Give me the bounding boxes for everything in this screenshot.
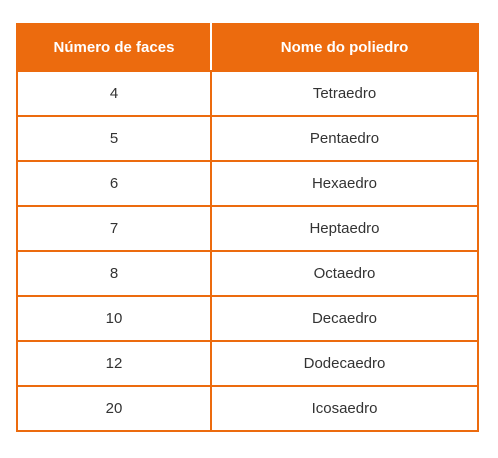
faces-cell: 20: [16, 385, 212, 432]
table-row: 6 Hexaedro: [16, 160, 479, 207]
table-row: 4 Tetraedro: [16, 70, 479, 117]
name-cell: Decaedro: [210, 295, 479, 342]
name-cell: Heptaedro: [210, 205, 479, 252]
table-body: 4 Tetraedro 5 Pentaedro 6 Hexaedro 7 Hep…: [16, 70, 479, 432]
header-name: Nome do poliedro: [210, 23, 479, 72]
name-cell: Tetraedro: [210, 70, 479, 117]
faces-cell: 7: [16, 205, 212, 252]
name-cell: Dodecaedro: [210, 340, 479, 387]
table-row: 20 Icosaedro: [16, 385, 479, 432]
table-row: 5 Pentaedro: [16, 115, 479, 162]
table-header: Número de faces Nome do poliedro: [16, 23, 479, 72]
name-cell: Hexaedro: [210, 160, 479, 207]
table-container: Número de faces Nome do poliedro 4 Tetra…: [16, 23, 479, 432]
faces-cell: 5: [16, 115, 212, 162]
header-faces: Número de faces: [16, 23, 212, 72]
header-row: Número de faces Nome do poliedro: [16, 23, 479, 72]
table-row: 12 Dodecaedro: [16, 340, 479, 387]
table-row: 7 Heptaedro: [16, 205, 479, 252]
table-row: 10 Decaedro: [16, 295, 479, 342]
faces-cell: 4: [16, 70, 212, 117]
faces-cell: 10: [16, 295, 212, 342]
name-cell: Octaedro: [210, 250, 479, 297]
faces-cell: 8: [16, 250, 212, 297]
name-cell: Icosaedro: [210, 385, 479, 432]
name-cell: Pentaedro: [210, 115, 479, 162]
faces-cell: 6: [16, 160, 212, 207]
faces-cell: 12: [16, 340, 212, 387]
polyhedra-table: Número de faces Nome do poliedro 4 Tetra…: [16, 23, 479, 432]
table-row: 8 Octaedro: [16, 250, 479, 297]
